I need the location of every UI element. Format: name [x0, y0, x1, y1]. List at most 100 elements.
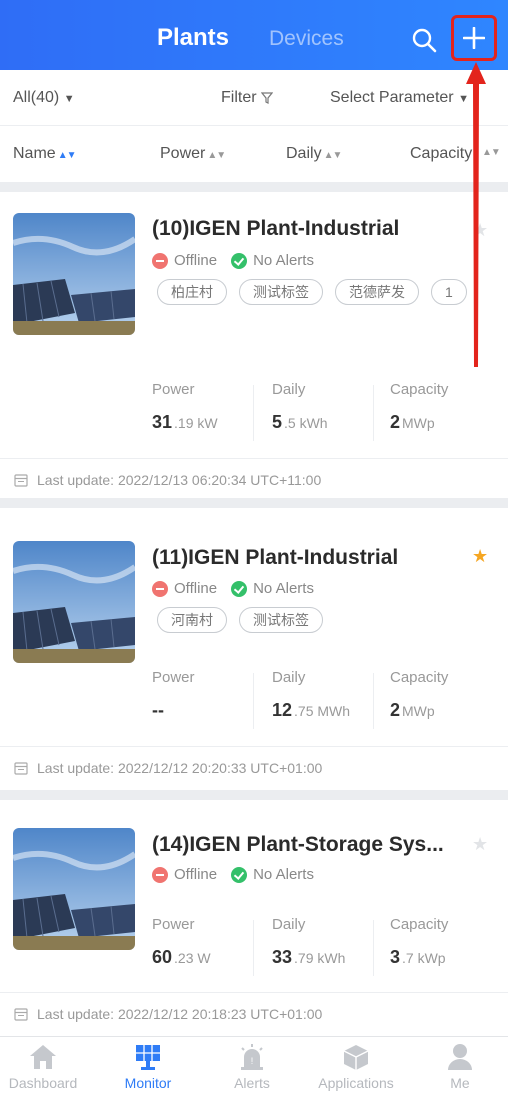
nav-label: Me: [450, 1075, 470, 1091]
metric-value: 5: [272, 412, 283, 432]
alerts-label: No Alerts: [253, 252, 314, 269]
plant-photo: [13, 828, 135, 950]
divider: [373, 673, 374, 729]
status-label: Offline: [174, 866, 218, 883]
nav-applications[interactable]: Applications: [306, 1043, 406, 1091]
tag: 河南村: [157, 607, 227, 633]
offline-icon: [152, 866, 168, 883]
scope-label: All(40): [13, 89, 60, 106]
divider: [253, 673, 254, 729]
status-row: Offline No Alerts: [152, 252, 314, 269]
search-icon[interactable]: [410, 26, 440, 56]
calendar-icon: [14, 474, 28, 487]
caret-down-icon: ▼: [63, 93, 75, 105]
nav-dashboard[interactable]: Dashboard: [0, 1043, 93, 1091]
nav-label: Alerts: [234, 1075, 270, 1091]
filter-label: Filter: [221, 89, 257, 106]
capacity-metric: Capacity 3.7 kWp: [390, 916, 448, 976]
status-label: Offline: [174, 580, 218, 597]
annotation-arrow: [466, 62, 486, 367]
user-icon: [448, 1044, 472, 1070]
metric-value: --: [152, 700, 164, 720]
sort-arrows-icon: ▲▼: [207, 150, 226, 161]
tag: 柏庄村: [157, 279, 227, 305]
add-plant-button[interactable]: [451, 15, 497, 61]
funnel-icon: [260, 92, 274, 104]
star-icon[interactable]: ★: [472, 546, 488, 567]
metric-label: Capacity: [390, 381, 449, 398]
tab-devices[interactable]: Devices: [269, 27, 344, 51]
svg-text:!: !: [251, 1056, 254, 1066]
metrics-row: Power 60.23 W Daily 33.79 kWh Capacity 3…: [152, 916, 492, 986]
daily-metric: Daily 12.75 MWh: [272, 669, 350, 729]
plant-card[interactable]: (10)IGEN Plant-Industrial ★ Offline No A…: [0, 192, 508, 498]
sort-name[interactable]: Name ▲▼: [13, 145, 76, 163]
daily-metric: Daily 33.79 kWh: [272, 916, 345, 976]
nav-label: Applications: [318, 1075, 394, 1091]
metric-label: Power: [152, 669, 195, 686]
metric-value: 33: [272, 947, 293, 967]
metric-label: Daily: [272, 916, 306, 933]
sort-power-label: Power: [160, 145, 206, 162]
plant-name: (11)IGEN Plant-Industrial: [152, 546, 399, 569]
plant-card[interactable]: (14)IGEN Plant-Storage Sys... ★ Offline …: [0, 800, 508, 1036]
metric-label: Capacity: [390, 916, 449, 933]
metric-value: 3: [390, 947, 401, 967]
last-update-row: Last update: 2022/12/12 20:20:33 UTC+01:…: [0, 746, 508, 792]
metric-label: Power: [152, 381, 195, 398]
sort-daily-label: Daily: [286, 145, 322, 162]
offline-icon: [152, 252, 168, 269]
status-row: Offline No Alerts: [152, 866, 314, 883]
plant-name: (14)IGEN Plant-Storage Sys...: [152, 833, 444, 856]
check-icon: [231, 252, 248, 269]
nav-monitor[interactable]: Monitor: [98, 1043, 198, 1091]
metric-value: 2: [390, 700, 401, 720]
check-icon: [231, 580, 248, 597]
sort-capacity-label: Capacity: [410, 145, 473, 162]
nav-alerts[interactable]: ! Alerts: [202, 1043, 302, 1091]
metric-value: 12: [272, 700, 293, 720]
metric-label: Daily: [272, 669, 306, 686]
sort-arrows-icon: ▲▼: [323, 150, 343, 161]
metric-label: Capacity: [390, 669, 449, 686]
last-update-text: Last update: 2022/12/12 20:20:33 UTC+01:…: [37, 760, 323, 776]
metric-unit: .7 kWp: [402, 950, 446, 966]
bottom-nav: Dashboard Monitor ! Alerts Applications …: [0, 1036, 508, 1100]
home-icon: [30, 1045, 56, 1069]
nav-label: Monitor: [124, 1075, 172, 1091]
plant-name: (10)IGEN Plant-Industrial: [152, 217, 400, 240]
metric-unit: .19 kW: [174, 415, 218, 431]
divider: [373, 920, 374, 976]
metric-value: 60: [152, 947, 173, 967]
sort-power[interactable]: Power ▲▼: [160, 145, 226, 163]
check-icon: [231, 866, 248, 883]
param-label: Select Parameter: [330, 89, 454, 106]
alarm-icon: !: [241, 1044, 263, 1070]
tag-list: 河南村 测试标签: [157, 607, 477, 633]
solar-panel-icon: [136, 1045, 160, 1070]
power-metric: Power --: [152, 669, 195, 729]
sort-daily[interactable]: Daily ▲▼: [286, 145, 343, 163]
plant-card[interactable]: (11)IGEN Plant-Industrial ★ Offline No A…: [0, 508, 508, 790]
scope-dropdown[interactable]: All(40) ▼: [13, 89, 75, 107]
parameter-dropdown[interactable]: Select Parameter ▼: [330, 89, 469, 107]
sort-name-label: Name: [13, 145, 56, 162]
divider: [253, 920, 254, 976]
plant-photo: [13, 213, 135, 335]
star-icon[interactable]: ★: [472, 834, 488, 855]
metrics-row: Power 31.19 kW Daily 5.5 kWh Capacity 2M…: [152, 381, 492, 451]
tag-list: 柏庄村 测试标签 范德萨发 1: [157, 279, 477, 305]
nav-me[interactable]: Me: [410, 1043, 508, 1091]
tab-plants[interactable]: Plants: [157, 24, 229, 52]
last-update-row: Last update: 2022/12/12 20:18:23 UTC+01:…: [0, 992, 508, 1038]
status-row: Offline No Alerts: [152, 580, 314, 597]
metrics-row: Power -- Daily 12.75 MWh Capacity 2 MWp: [152, 669, 492, 739]
metric-value: 2: [390, 412, 401, 432]
metric-unit: MWp: [402, 703, 435, 719]
metric-unit: .5 kWh: [284, 415, 328, 431]
tag: 范德萨发: [335, 279, 419, 305]
filter-button[interactable]: Filter: [221, 89, 274, 107]
top-header: Plants Devices: [0, 0, 508, 70]
tag: 1: [431, 279, 467, 305]
nav-label: Dashboard: [8, 1075, 78, 1091]
